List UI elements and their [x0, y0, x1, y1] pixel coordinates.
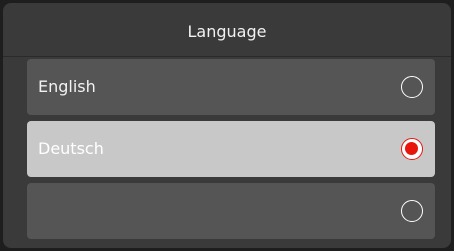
radio-dot-icon	[405, 142, 418, 155]
option-label: English	[38, 77, 96, 96]
dialog-title: Language	[187, 22, 267, 41]
language-option-empty[interactable]	[27, 183, 435, 239]
language-option-english[interactable]: English	[27, 59, 435, 115]
radio-button-icon[interactable]	[401, 76, 423, 98]
language-option-deutsch[interactable]: Deutsch	[27, 121, 435, 177]
option-label: Deutsch	[38, 139, 104, 158]
radio-button-selected-icon[interactable]	[401, 138, 423, 160]
radio-button-icon[interactable]	[401, 200, 423, 222]
language-dialog: Language English Deutsch	[3, 3, 451, 248]
title-divider	[3, 56, 451, 57]
